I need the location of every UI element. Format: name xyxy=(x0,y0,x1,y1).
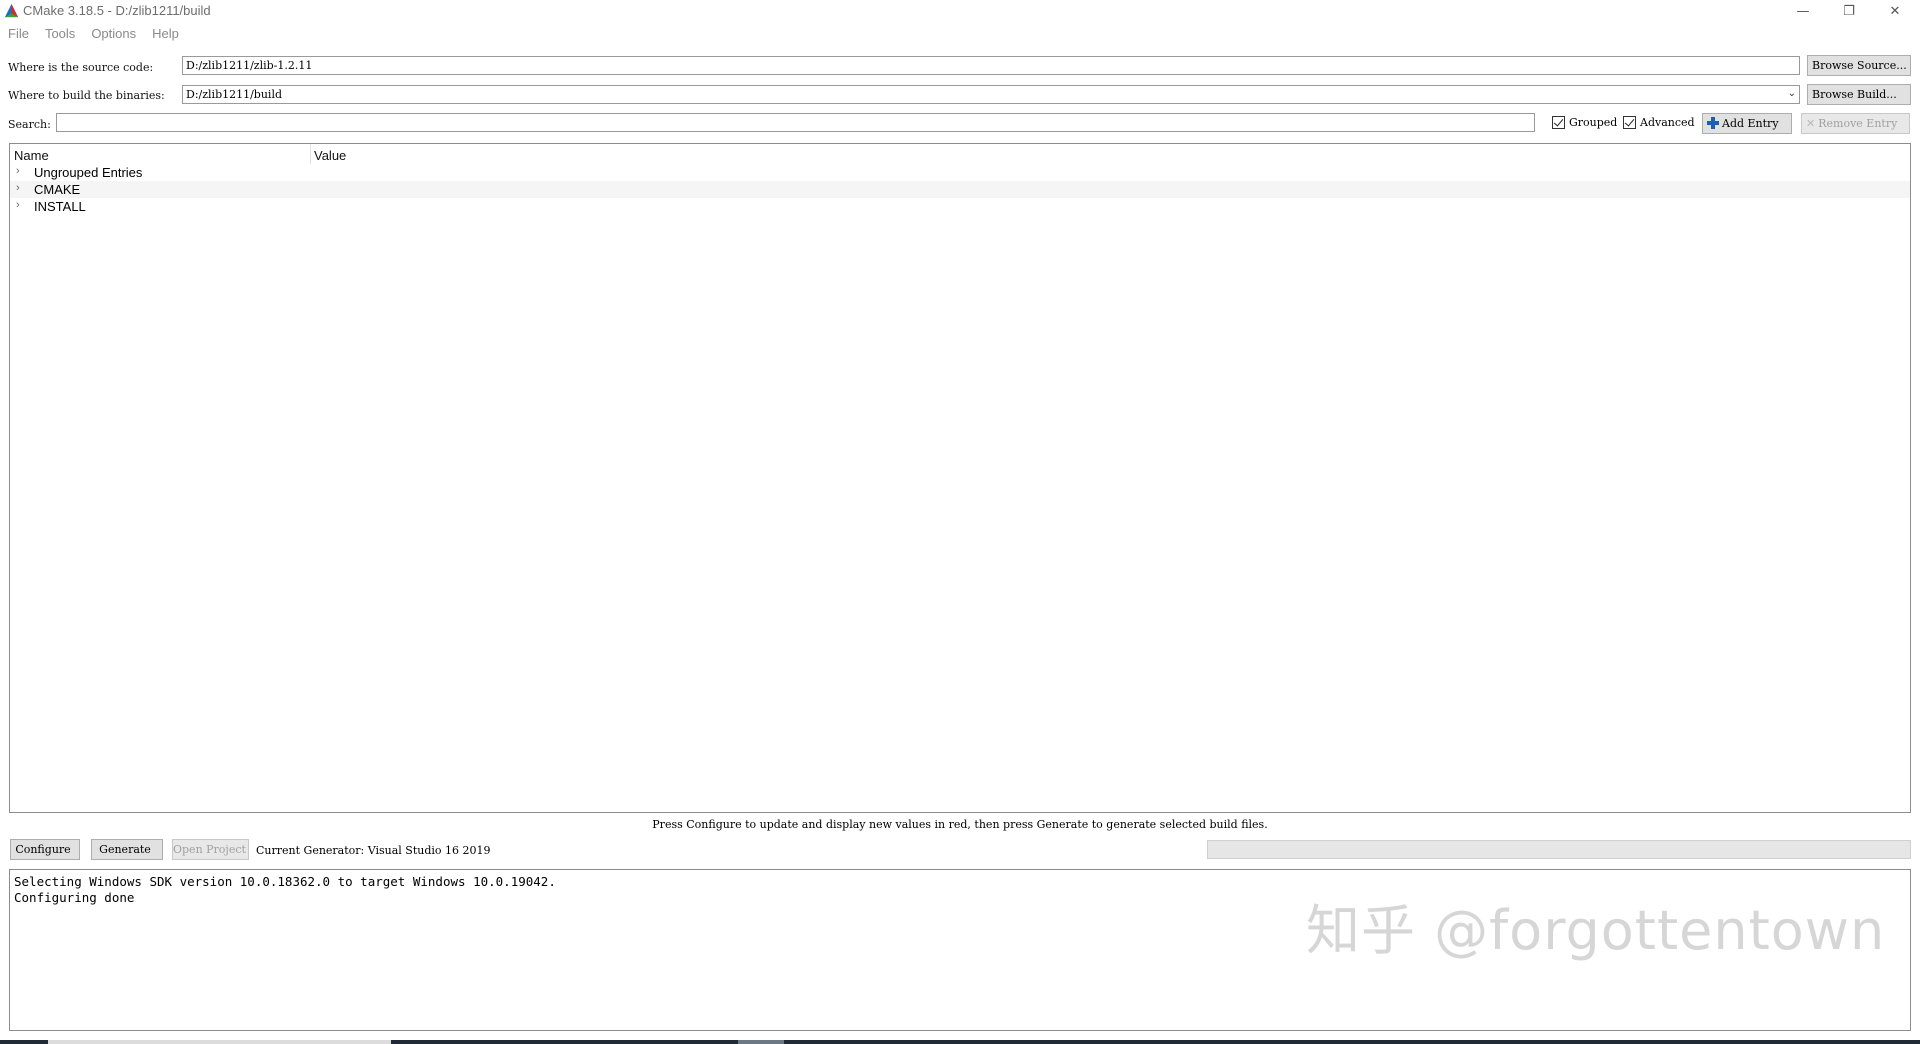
tree-row-label: INSTALL xyxy=(34,199,86,214)
browse-build-button[interactable]: Browse Build... xyxy=(1807,84,1911,105)
build-label: Where to build the binaries: xyxy=(8,89,165,102)
log-line: Selecting Windows SDK version 10.0.18362… xyxy=(14,874,556,889)
menu-bar: File Tools Options Help xyxy=(0,24,187,44)
menu-options[interactable]: Options xyxy=(83,24,144,44)
grouped-label: Grouped xyxy=(1569,116,1618,129)
taskbar-item[interactable] xyxy=(738,1040,784,1044)
remove-entry-label: Remove Entry xyxy=(1818,117,1898,130)
advanced-check-icon[interactable] xyxy=(1623,116,1636,129)
advanced-label: Advanced xyxy=(1640,116,1695,129)
minimize-button[interactable]: — xyxy=(1780,0,1826,22)
menu-help[interactable]: Help xyxy=(144,24,187,44)
plus-icon xyxy=(1707,117,1719,129)
tree-row-label: Ungrouped Entries xyxy=(34,165,143,180)
advanced-checkbox[interactable]: Advanced xyxy=(1623,116,1695,129)
title-bar: CMake 3.18.5 - D:/zlib1211/build — ❐ ✕ xyxy=(0,0,1920,22)
search-label: Search: xyxy=(8,118,51,131)
progress-bar xyxy=(1207,840,1911,859)
remove-icon: ✕ xyxy=(1806,117,1816,130)
browse-source-button[interactable]: Browse Source... xyxy=(1807,55,1911,76)
grouped-checkbox[interactable]: Grouped xyxy=(1552,116,1617,129)
menu-tools[interactable]: Tools xyxy=(37,24,83,44)
source-path-input[interactable]: D:/zlib1211/zlib-1.2.11 xyxy=(182,56,1800,75)
cache-entries-tree[interactable]: Name Value › Ungrouped Entries › CMAKE ›… xyxy=(9,143,1911,813)
current-generator-label: Current Generator: Visual Studio 16 2019 xyxy=(256,844,491,857)
tree-row-label: CMAKE xyxy=(34,182,81,197)
tree-row-cmake[interactable]: › CMAKE xyxy=(10,181,1910,198)
tree-row-install[interactable]: › INSTALL xyxy=(10,198,1910,215)
grouped-check-icon[interactable] xyxy=(1552,116,1565,129)
build-path-combobox[interactable]: D:/zlib1211/build ⌄ xyxy=(182,85,1800,104)
configure-button[interactable]: Configure xyxy=(10,839,80,860)
menu-file[interactable]: File xyxy=(0,24,37,44)
tree-row-ungrouped[interactable]: › Ungrouped Entries xyxy=(10,164,1910,181)
column-divider[interactable] xyxy=(310,144,311,164)
chevron-down-icon[interactable]: ⌄ xyxy=(1788,88,1796,99)
expand-chevron-icon[interactable]: › xyxy=(16,199,20,211)
taskbar xyxy=(0,1040,1920,1044)
cmake-logo-icon xyxy=(4,3,19,18)
output-log[interactable]: Selecting Windows SDK version 10.0.18362… xyxy=(9,869,1911,1031)
search-input[interactable] xyxy=(56,113,1535,132)
open-project-button[interactable]: Open Project xyxy=(172,839,249,860)
taskbar-item[interactable] xyxy=(48,1040,391,1044)
remove-entry-button[interactable]: ✕ Remove Entry xyxy=(1801,113,1910,134)
restore-button[interactable]: ❐ xyxy=(1826,0,1872,22)
generate-button[interactable]: Generate xyxy=(91,839,163,860)
status-message: Press Configure to update and display ne… xyxy=(652,818,1268,831)
close-button[interactable]: ✕ xyxy=(1872,0,1918,22)
add-entry-label: Add Entry xyxy=(1722,117,1779,130)
watermark-text: 知乎 @forgottentown xyxy=(1306,899,1886,962)
expand-chevron-icon[interactable]: › xyxy=(16,182,20,194)
add-entry-button[interactable]: Add Entry xyxy=(1702,113,1792,134)
column-value-header[interactable]: Value xyxy=(314,148,346,163)
build-path-value: D:/zlib1211/build xyxy=(186,88,283,101)
tree-header: Name Value xyxy=(10,144,1910,164)
expand-chevron-icon[interactable]: › xyxy=(16,165,20,177)
column-name-header[interactable]: Name xyxy=(14,148,49,163)
window-title: CMake 3.18.5 - D:/zlib1211/build xyxy=(23,3,211,18)
source-label: Where is the source code: xyxy=(8,61,154,74)
